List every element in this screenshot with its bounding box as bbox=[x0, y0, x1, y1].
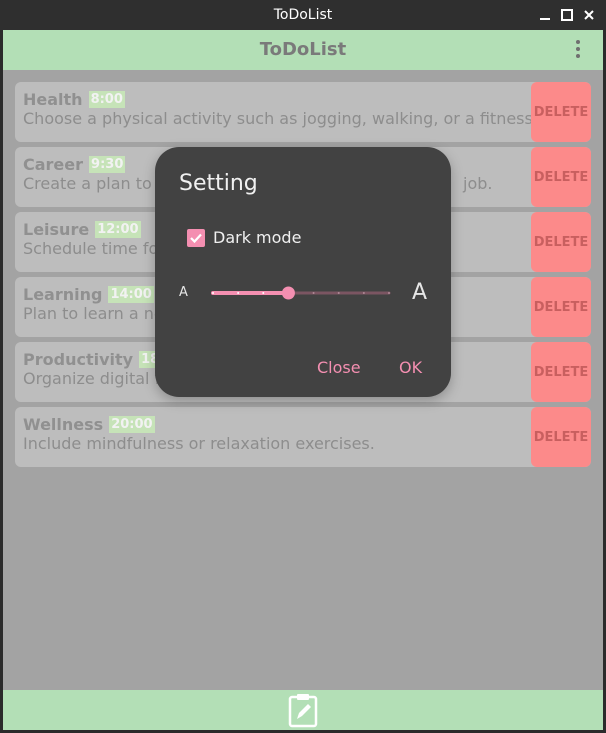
minimize-icon[interactable] bbox=[537, 7, 553, 23]
slider-thumb[interactable] bbox=[281, 286, 295, 300]
task-time: 8:00 bbox=[88, 90, 125, 108]
task-time: 20:00 bbox=[109, 415, 155, 433]
dark-mode-label: Dark mode bbox=[213, 228, 302, 247]
check-icon bbox=[190, 233, 202, 244]
app-bar: ToDoList bbox=[3, 30, 603, 70]
task-name: Learning bbox=[23, 284, 103, 304]
delete-button[interactable]: DELETE bbox=[531, 82, 591, 142]
maximize-icon[interactable] bbox=[559, 7, 575, 23]
task-item[interactable]: Wellness 20:00 Include mindfulness or re… bbox=[15, 407, 591, 467]
task-item[interactable]: Health 8:00 Choose a physical activity s… bbox=[15, 82, 591, 142]
edit-clipboard-icon[interactable] bbox=[287, 692, 319, 728]
task-description: Include mindfulness or relaxation exerci… bbox=[23, 434, 375, 453]
app-title: ToDoList bbox=[259, 39, 347, 60]
task-description: Organize digital fi bbox=[23, 369, 165, 388]
font-size-slider[interactable] bbox=[209, 283, 393, 303]
task-name: Productivity bbox=[23, 349, 134, 369]
task-description: Plan to learn a ne bbox=[23, 304, 164, 323]
delete-button[interactable]: DELETE bbox=[531, 342, 591, 402]
window-title: ToDoList bbox=[273, 7, 333, 23]
close-button[interactable]: Close bbox=[317, 358, 361, 377]
delete-button[interactable]: DELETE bbox=[531, 212, 591, 272]
slider-tick bbox=[388, 292, 390, 294]
slider-tick bbox=[362, 292, 365, 294]
task-name: Wellness bbox=[23, 414, 104, 434]
dark-mode-checkbox[interactable] bbox=[187, 229, 205, 247]
task-name: Career bbox=[23, 154, 84, 174]
task-description: Schedule time for bbox=[23, 239, 165, 258]
slider-tick bbox=[312, 292, 315, 294]
close-window-icon[interactable] bbox=[581, 7, 597, 23]
slider-tick bbox=[337, 292, 340, 294]
delete-button[interactable]: DELETE bbox=[531, 147, 591, 207]
task-time: 12:00 bbox=[95, 220, 141, 238]
settings-dialog: Setting Dark mode A A Close OK bbox=[155, 147, 451, 397]
ok-button[interactable]: OK bbox=[399, 358, 422, 377]
delete-button[interactable]: DELETE bbox=[531, 407, 591, 467]
slider-tick bbox=[237, 292, 240, 294]
dialog-title: Setting bbox=[179, 171, 258, 196]
window-titlebar: ToDoList bbox=[0, 0, 606, 30]
delete-button[interactable]: DELETE bbox=[531, 277, 591, 337]
task-name: Health bbox=[23, 89, 83, 109]
task-description: Create a plan to u bbox=[23, 174, 168, 193]
task-description: Choose a physical activity such as joggi… bbox=[23, 109, 533, 128]
task-name: Leisure bbox=[23, 219, 90, 239]
slider-tick bbox=[212, 292, 214, 294]
task-time: 9:30 bbox=[89, 155, 126, 173]
more-vert-icon[interactable] bbox=[571, 40, 585, 60]
bottom-bar bbox=[3, 690, 603, 730]
font-size-large-label: A bbox=[412, 280, 428, 305]
font-size-small-label: A bbox=[179, 285, 188, 300]
task-time: 14:00 bbox=[108, 285, 154, 303]
slider-tick bbox=[262, 292, 265, 294]
task-description-tail: job. bbox=[463, 174, 493, 193]
